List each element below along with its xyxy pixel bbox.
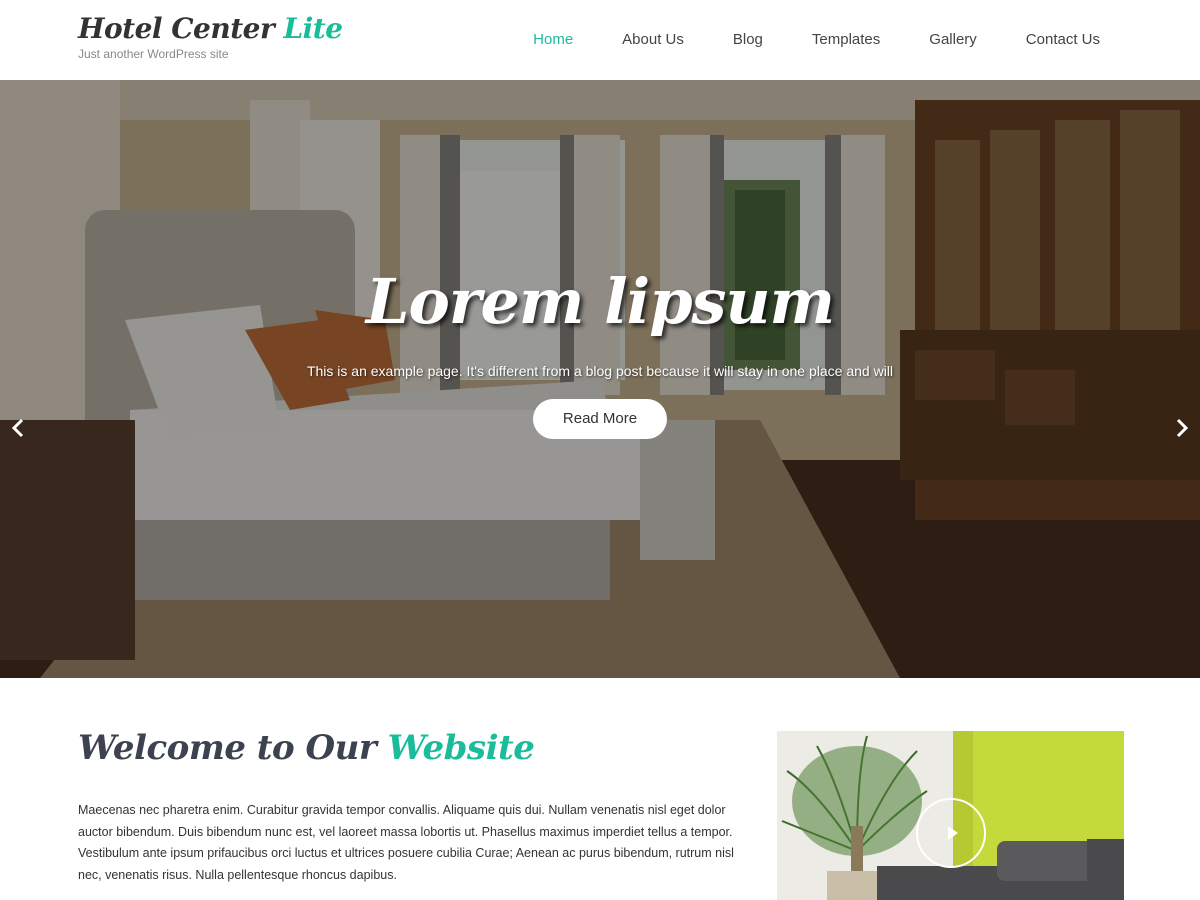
chevron-left-icon[interactable] — [8, 416, 28, 440]
slide-text: This is an example page. It's different … — [306, 363, 894, 379]
slide-title: Lorem lipsum — [365, 265, 835, 338]
welcome-heading: Welcome to Our Website — [78, 728, 535, 768]
nav-item-blog[interactable]: Blog — [733, 31, 763, 49]
site-tagline: Just another WordPress site — [78, 47, 229, 61]
site-title-accent: Lite — [283, 12, 343, 45]
nav-item-about-us[interactable]: About Us — [622, 31, 684, 49]
welcome-heading-accent: Website — [387, 728, 535, 768]
site-title-main: Hotel Center — [78, 12, 275, 45]
welcome-video-thumbnail[interactable] — [777, 731, 1124, 900]
main-nav: Home About Us Blog Templates Gallery Con… — [484, 31, 1100, 49]
play-button[interactable] — [916, 798, 986, 868]
play-icon — [948, 826, 958, 840]
nav-item-gallery[interactable]: Gallery — [929, 31, 977, 49]
nav-item-home[interactable]: Home — [533, 31, 573, 49]
hero-overlay — [0, 80, 1200, 678]
site-logo[interactable]: Hotel Center Lite Just another WordPress… — [78, 12, 343, 62]
site-header: Hotel Center Lite Just another WordPress… — [0, 0, 1200, 80]
site-title[interactable]: Hotel Center Lite — [78, 12, 343, 46]
hero-slider: Lorem lipsum This is an example page. It… — [0, 80, 1200, 678]
chevron-right-icon[interactable] — [1172, 416, 1192, 440]
welcome-text: Maecenas nec pharetra enim. Curabitur gr… — [78, 803, 734, 882]
welcome-heading-main: Welcome to Our — [78, 728, 377, 768]
read-more-button[interactable]: Read More — [533, 399, 667, 439]
nav-item-contact-us[interactable]: Contact Us — [1026, 31, 1100, 49]
nav-item-templates[interactable]: Templates — [812, 31, 880, 49]
